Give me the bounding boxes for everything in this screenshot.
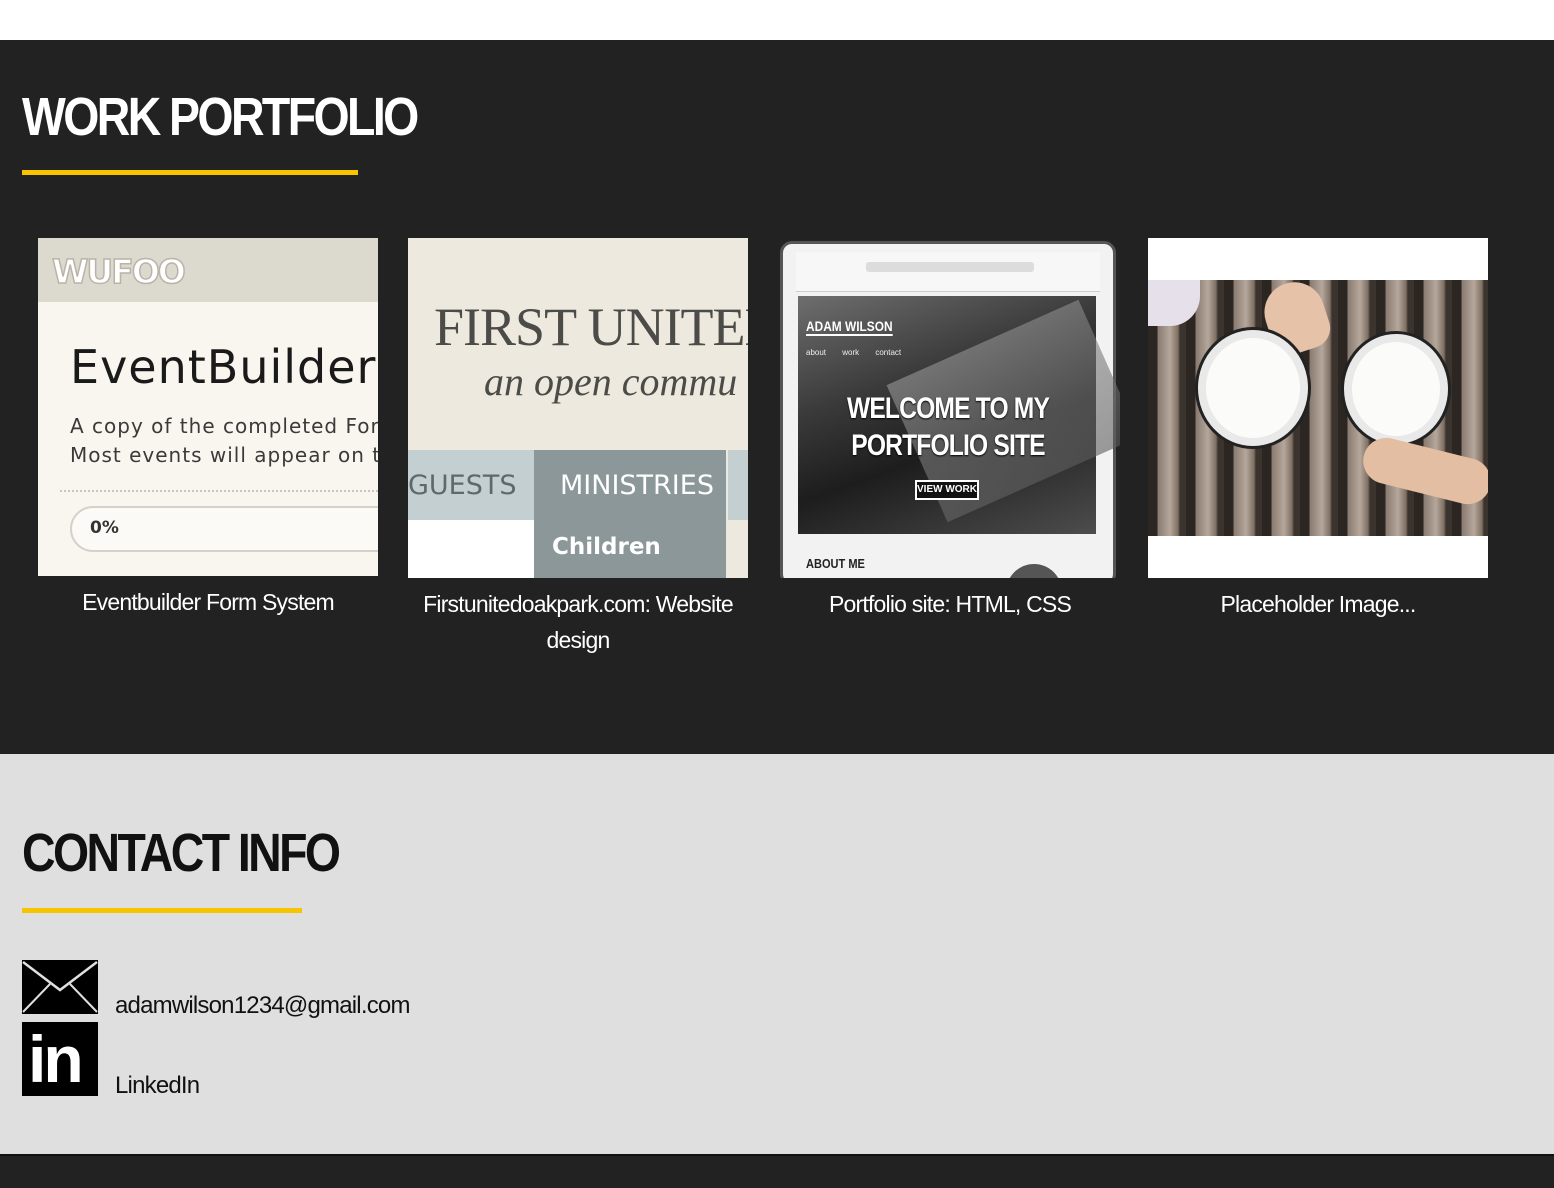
thumb-text: A copy of the completed Forr Most events… bbox=[70, 412, 378, 470]
thumb-heading: EventBuilder bbox=[70, 340, 377, 394]
linkedin-icon[interactable]: in bbox=[22, 1022, 98, 1096]
browser-toolbar bbox=[796, 252, 1100, 292]
section-title: WORK PORTFOLIO bbox=[22, 87, 419, 147]
thumb-heading: FIRST UNITED bbox=[434, 297, 748, 357]
divider bbox=[60, 490, 378, 492]
address-bar bbox=[866, 262, 1034, 272]
linkedin-row[interactable]: in LinkedIn bbox=[22, 1022, 200, 1098]
wufoo-logo: WUFOO bbox=[51, 251, 186, 292]
thumb-site-menu: about work contact bbox=[806, 348, 902, 357]
portfolio-caption[interactable]: Firstunitedoakpark.com: Website design bbox=[398, 586, 758, 658]
envelope-icon[interactable] bbox=[22, 960, 98, 1014]
coffee-cup-icon bbox=[1198, 330, 1308, 446]
title-underline bbox=[22, 908, 302, 913]
portfolio-card-portfolio-site[interactable]: ADAM WILSON about work contact WELCOME T… bbox=[780, 238, 1120, 617]
linkedin-link[interactable]: LinkedIn bbox=[115, 1074, 200, 1098]
thumb-text-line: Most events will appear on th bbox=[70, 443, 378, 467]
contact-info-section: CONTACT INFO adamwilson1234@gmail.com in… bbox=[0, 754, 1554, 1154]
thumb-nav-label: GUESTS bbox=[408, 470, 517, 501]
thumb-nav-tab bbox=[726, 450, 748, 520]
coffee-cup-icon bbox=[1344, 334, 1448, 444]
title-underline bbox=[22, 170, 358, 175]
portfolio-caption[interactable]: Portfolio site: HTML, CSS bbox=[770, 586, 1130, 622]
thumb-text-line: A copy of the completed Forr bbox=[70, 414, 378, 438]
portfolio-card-placeholder[interactable]: Placeholder Image... bbox=[1148, 238, 1488, 617]
progress-bar: 0% bbox=[70, 506, 378, 552]
thumb-headline: WELCOME TO MY PORTFOLIO SITE bbox=[846, 392, 1050, 462]
top-spacer bbox=[0, 0, 1554, 40]
thumb-nav-label: MINISTRIES bbox=[560, 470, 714, 501]
portfolio-caption[interactable]: Placeholder Image... bbox=[1138, 586, 1498, 622]
portfolio-thumbnail[interactable]: ADAM WILSON about work contact WELCOME T… bbox=[780, 238, 1120, 578]
work-portfolio-section: WORK PORTFOLIO WUFOO EventBuilder A copy… bbox=[0, 40, 1554, 754]
thumb-tagline: an open commu bbox=[484, 359, 738, 404]
thumb-view-work-button: VIEW WORK bbox=[915, 480, 979, 500]
email-row[interactable]: adamwilson1234@gmail.com bbox=[22, 960, 410, 1018]
thumb-about-heading: ABOUT ME bbox=[806, 556, 865, 571]
portfolio-card-firstunited[interactable]: FIRST UNITED an open commu GUESTS MINIST… bbox=[408, 238, 748, 653]
linkedin-logo-text: in bbox=[28, 1022, 84, 1096]
portfolio-thumbnail[interactable] bbox=[1148, 238, 1488, 578]
portfolio-thumbnail[interactable]: WUFOO EventBuilder A copy of the complet… bbox=[38, 238, 378, 576]
footer bbox=[0, 1154, 1554, 1188]
portfolio-card-eventbuilder[interactable]: WUFOO EventBuilder A copy of the complet… bbox=[38, 238, 378, 615]
section-title: CONTACT INFO bbox=[22, 823, 341, 883]
portfolio-caption[interactable]: Eventbuilder Form System bbox=[28, 584, 388, 620]
portfolio-thumbnail[interactable]: FIRST UNITED an open commu GUESTS MINIST… bbox=[408, 238, 748, 578]
thumb-content bbox=[408, 520, 534, 578]
thumb-site-name: ADAM WILSON bbox=[806, 318, 893, 336]
thumb-subnav-label: Children bbox=[552, 534, 661, 560]
envelope-icon-graphic bbox=[22, 960, 98, 1014]
progress-label: 0% bbox=[90, 518, 119, 538]
email-link[interactable]: adamwilson1234@gmail.com bbox=[115, 994, 410, 1018]
